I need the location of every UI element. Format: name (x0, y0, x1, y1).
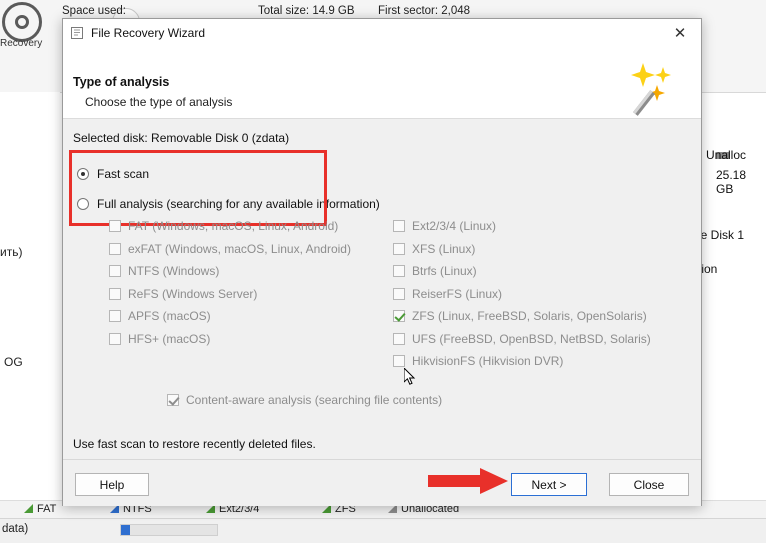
filesystem-list-right: Ext2/3/4 (Linux) XFS (Linux) Btrfs (Linu… (393, 215, 693, 373)
fs-item-hfsplus[interactable]: HFS+ (macOS) (109, 328, 409, 351)
status-bar (0, 518, 766, 543)
checkbox-fat[interactable] (109, 220, 121, 233)
left-panel (0, 92, 60, 512)
checkbox-zfs[interactable] (393, 310, 405, 323)
checkbox-refs[interactable] (109, 287, 121, 300)
fs-item-hikvisionfs[interactable]: HikvisionFS (Hikvision DVR) (393, 350, 693, 373)
help-button[interactable]: Help (75, 473, 149, 496)
right-panel-unallocated-label: Unalloc (706, 148, 747, 162)
selected-disk-label: Selected disk: Removable Disk 0 (zdata) (73, 131, 290, 145)
fs-label-xfs: XFS (Linux) (412, 241, 476, 256)
checkbox-reiserfs[interactable] (393, 287, 405, 300)
fs-label-ufs: UFS (FreeBSD, OpenBSD, NetBSD, Solaris) (412, 331, 651, 346)
status-left-label: data) (2, 523, 29, 535)
fs-item-zfs[interactable]: ZFS (Linux, FreeBSD, Solaris, OpenSolari… (393, 305, 693, 328)
fs-label-refs: ReFS (Windows Server) (128, 286, 258, 301)
dialog-title: File Recovery Wizard (91, 26, 206, 40)
next-button[interactable]: Next > (511, 473, 587, 496)
checkbox-ntfs[interactable] (109, 265, 121, 278)
fs-label-hikvisionfs: HikvisionFS (Hikvision DVR) (412, 354, 564, 369)
content-aware-analysis-row[interactable]: Content-aware analysis (searching file c… (167, 393, 442, 407)
fs-label-fat: FAT (Windows, macOS, Linux, Android) (128, 219, 339, 234)
dialog-header: Type of analysis Choose the type of anal… (63, 47, 701, 119)
app-logo-icon (2, 2, 42, 42)
fs-label-btrfs: Btrfs (Linux) (412, 264, 477, 279)
checkbox-hikvisionfs[interactable] (393, 355, 405, 368)
checkbox-content-aware[interactable] (167, 394, 179, 406)
fs-item-apfs[interactable]: APFS (macOS) (109, 305, 409, 328)
filesystem-list-left: FAT (Windows, macOS, Linux, Android) exF… (109, 215, 409, 350)
wizard-window-icon (71, 26, 85, 40)
checkbox-exfat[interactable] (109, 242, 121, 255)
checkbox-ext[interactable] (393, 220, 405, 233)
legend-label-fat: FAT (37, 503, 57, 515)
fs-label-hfsplus: HFS+ (macOS) (128, 331, 211, 346)
fs-item-exfat[interactable]: exFAT (Windows, macOS, Linux, Android) (109, 238, 409, 261)
checkbox-hfsplus[interactable] (109, 332, 121, 345)
mouse-cursor (403, 366, 416, 386)
hint-text: Use fast scan to restore recently delete… (73, 437, 316, 451)
status-total-size-label: Total size: 14.9 GB (258, 5, 355, 17)
page-subtitle: Choose the type of analysis (85, 95, 233, 109)
checkbox-apfs[interactable] (109, 310, 121, 323)
legend-swatch-fat (24, 504, 33, 513)
radio-full-analysis-indicator[interactable] (77, 198, 89, 210)
left-panel-text-1: ить) (0, 245, 23, 259)
radio-full-analysis[interactable]: Full analysis (searching for any availab… (77, 197, 380, 211)
radio-fast-scan-indicator[interactable] (77, 168, 89, 180)
fs-item-reiserfs[interactable]: ReiserFS (Linux) (393, 283, 693, 306)
fs-item-ext[interactable]: Ext2/3/4 (Linux) (393, 215, 693, 238)
annotation-arrow-icon (428, 467, 510, 495)
legend-item-fat: FAT (24, 503, 56, 515)
file-recovery-wizard-dialog: File Recovery Wizard ✕ Type of analysis … (62, 18, 702, 506)
fs-label-reiserfs: ReiserFS (Linux) (412, 286, 503, 301)
page-title: Type of analysis (73, 75, 170, 89)
magic-wand-icon (627, 61, 687, 117)
status-space-used-label: Space used: (62, 5, 126, 17)
left-panel-text-2: OG (4, 355, 23, 369)
space-used-progress-fill (121, 525, 130, 535)
right-panel-size-label: 25.18 GB (716, 168, 747, 196)
checkbox-ufs[interactable] (393, 332, 405, 345)
fs-item-xfs[interactable]: XFS (Linux) (393, 238, 693, 261)
dialog-body: Selected disk: Removable Disk 0 (zdata) … (63, 119, 701, 459)
radio-fast-scan[interactable]: Fast scan (77, 167, 149, 181)
space-used-progress (120, 524, 218, 536)
content-aware-label: Content-aware analysis (searching file c… (186, 393, 443, 407)
close-button[interactable]: Close (609, 473, 689, 496)
fs-label-ext: Ext2/3/4 (Linux) (412, 219, 497, 234)
fs-item-ufs[interactable]: UFS (FreeBSD, OpenBSD, NetBSD, Solaris) (393, 328, 693, 351)
close-icon[interactable]: ✕ (659, 19, 701, 47)
dialog-footer: Help Next > Close (63, 459, 701, 506)
checkbox-xfs[interactable] (393, 242, 405, 255)
checkbox-btrfs[interactable] (393, 265, 405, 278)
app-logo-label: Recovery (0, 38, 43, 49)
fs-item-fat[interactable]: FAT (Windows, macOS, Linux, Android) (109, 215, 409, 238)
status-first-sector-label: First sector: 2,048 (378, 5, 471, 17)
dialog-titlebar: File Recovery Wizard ✕ (63, 19, 701, 47)
fs-label-exfat: exFAT (Windows, macOS, Linux, Android) (128, 241, 351, 256)
radio-full-analysis-label: Full analysis (searching for any availab… (97, 197, 380, 211)
right-panel-disk-label: le Disk 1 (698, 228, 745, 242)
fs-label-ntfs: NTFS (Windows) (128, 264, 220, 279)
fs-label-zfs: ZFS (Linux, FreeBSD, Solaris, OpenSolari… (412, 309, 647, 324)
fs-label-apfs: APFS (macOS) (128, 309, 211, 324)
fs-item-refs[interactable]: ReFS (Windows Server) (109, 283, 409, 306)
fs-item-ntfs[interactable]: NTFS (Windows) (109, 260, 409, 283)
radio-fast-scan-label: Fast scan (97, 167, 150, 181)
fs-item-btrfs[interactable]: Btrfs (Linux) (393, 260, 693, 283)
